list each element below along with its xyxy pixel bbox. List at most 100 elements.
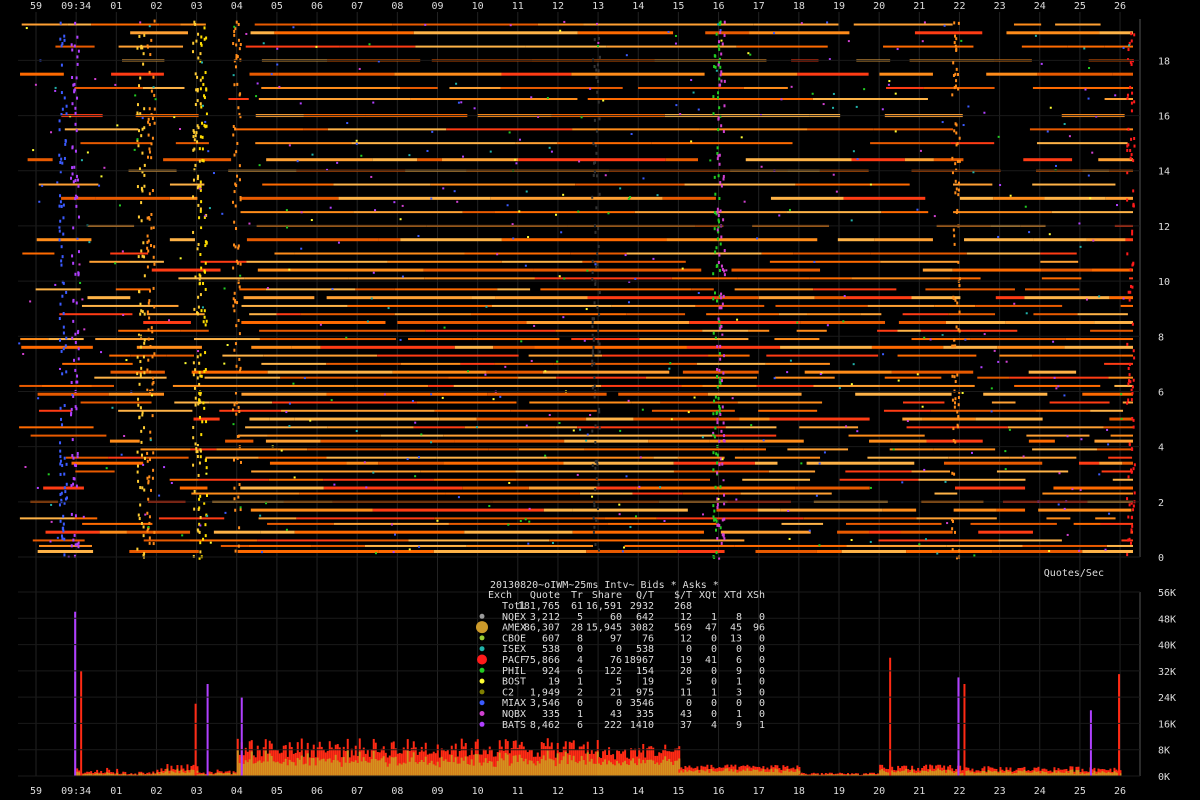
quote-rate-bar [917,772,920,776]
activity-point [202,159,205,163]
stats-cell: 1 [736,709,742,720]
price-level-dash [310,23,393,26]
activity-point [1127,127,1130,131]
activity-point [716,374,719,378]
exchange-quote-point [558,422,561,425]
exchange-quote-point [285,209,288,212]
activity-point [591,325,594,329]
quote-rate-bar [764,771,767,776]
top-x-tick-label: 20 [873,1,885,12]
quote-rate-bar [610,762,613,776]
activity-point [954,72,957,76]
price-level-dash [1051,211,1133,214]
activity-point [70,176,73,180]
price-level-dash [557,142,652,145]
price-level-dash [278,72,395,76]
price-level-dash [653,456,678,459]
exchange-quote-point [399,338,402,341]
activity-point [716,299,719,303]
stats-row-name: MIAX [502,698,526,709]
exchange-marker [479,678,485,684]
quote-rate-bar [592,763,595,776]
exchange-quote-point [1092,239,1095,242]
stats-row-name: ISEX [502,644,526,655]
activity-point [954,397,957,401]
activity-point [951,93,954,97]
price-level-dash [222,354,264,357]
quote-rate-bar [440,756,443,776]
exchange-quote-point [22,352,25,355]
price-level-dash [991,401,1016,404]
activity-point [75,129,78,133]
activity-point [239,366,242,370]
price-level-dash [587,98,744,101]
activity-point [957,87,960,91]
quote-rate-bar [300,755,303,776]
exchange-quote-point [73,91,76,94]
activity-point [721,405,724,409]
activity-point [139,112,142,116]
quote-rate-bar [548,758,551,776]
price-level-dash [267,370,393,374]
exchange-quote-point [923,21,926,24]
price-level-dash [753,23,839,26]
quote-rate-bar [935,770,938,776]
price-level-dash [267,522,334,525]
activity-point [238,178,241,182]
activity-point [722,177,725,181]
exchange-quote-point [962,124,965,127]
activity-point [197,126,200,130]
activity-point [138,416,141,420]
exchange-quote-point [980,366,983,369]
price-level-dash [1014,384,1101,387]
exchange-quote-point [441,396,444,399]
price-level-dash [257,268,424,272]
quote-rate-bar [518,754,521,776]
activity-point [233,153,236,157]
exchange-quote-point [1098,473,1101,476]
price-level-dash [651,409,735,412]
activity-point [192,148,195,152]
activity-point [193,386,196,390]
price-level-dash [364,544,467,547]
activity-point [139,360,142,364]
activity-point [77,273,80,277]
price-level-dash [415,45,526,48]
price-level-dash [250,508,373,512]
price-level-dash [163,158,232,162]
exchange-quote-point [850,383,853,386]
activity-point [591,463,594,467]
quote-rate-bar [883,770,886,776]
activity-point [140,201,143,205]
exchange-quote-point [372,101,375,104]
price-level-dash [454,345,494,349]
activity-point [723,273,726,277]
activity-point [148,299,151,303]
price-level-dash [953,211,1052,214]
stats-column-header: Q/T [636,590,654,601]
stats-cell: 16,591 [586,601,622,612]
activity-point [593,64,596,68]
activity-point [153,121,156,125]
activity-point [718,380,721,384]
activity-point [196,140,199,144]
quote-rate-bar [482,762,485,776]
activity-point [140,521,143,525]
price-level-dash [891,370,974,374]
quote-rate-bar [983,771,986,776]
quote-rate-bar [638,758,641,776]
price-level-dash [923,86,995,89]
activity-point [715,551,718,555]
price-level-dash [433,478,517,481]
exchange-quote-point [372,271,375,274]
top-x-tick-label: 01 [110,1,122,12]
activity-point [146,265,149,269]
activity-point [597,245,600,249]
exchange-quote-point [333,483,336,486]
quote-rate-bar [506,754,509,776]
quote-rate-bar [993,771,996,776]
activity-point [194,403,197,407]
price-level-dash [673,461,755,465]
price-level-dash [180,23,206,26]
exchange-quote-point [36,486,39,489]
